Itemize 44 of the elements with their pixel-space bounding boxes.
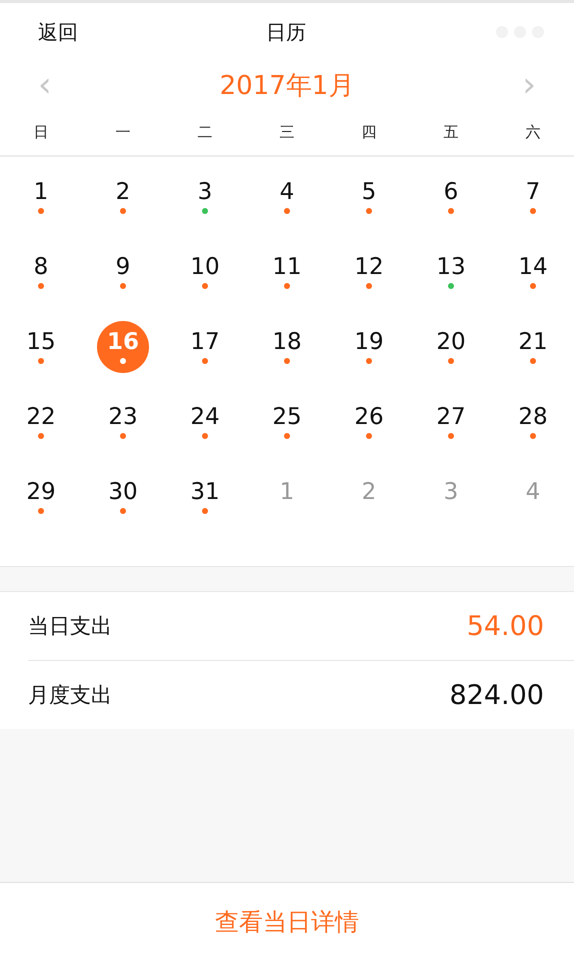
calendar-day[interactable]: 20 <box>425 321 477 373</box>
calendar-day[interactable]: 7 <box>507 171 559 223</box>
weekday-label: 六 <box>526 122 540 142</box>
calendar-day[interactable]: 30 <box>97 471 149 523</box>
weekday-label: 日 <box>34 122 48 142</box>
calendar-day[interactable]: 24 <box>179 396 231 448</box>
page-title: 日历 <box>266 18 306 46</box>
calendar-day[interactable]: 8 <box>15 246 67 298</box>
calendar-day[interactable]: 5 <box>343 171 395 223</box>
calendar-day[interactable]: 13 <box>425 246 477 298</box>
calendar-day[interactable]: 29 <box>15 471 67 523</box>
calendar-day[interactable]: 27 <box>425 396 477 448</box>
calendar-day[interactable]: 26 <box>343 396 395 448</box>
calendar-day[interactable]: 1 <box>15 171 67 223</box>
calendar-day[interactable]: 23 <box>97 396 149 448</box>
calendar-day[interactable]: 6 <box>425 171 477 223</box>
calendar-day[interactable]: 14 <box>507 246 559 298</box>
calendar-day[interactable]: 2 <box>97 171 149 223</box>
calendar-day[interactable]: 15 <box>15 321 67 373</box>
weekday-label: 一 <box>116 122 130 142</box>
calendar-day[interactable]: 11 <box>261 246 313 298</box>
calendar-day[interactable]: 25 <box>261 396 313 448</box>
back-link[interactable]: 返回 <box>38 18 78 46</box>
calendar-day[interactable]: 18 <box>261 321 313 373</box>
summary-amount: 54.00 <box>466 610 544 642</box>
calendar-day[interactable]: 17 <box>179 321 231 373</box>
weekday-label: 五 <box>444 122 458 142</box>
calendar-day[interactable]: 28 <box>507 396 559 448</box>
calendar-day[interactable]: 22 <box>15 396 67 448</box>
summary-amount: 824.00 <box>450 680 544 710</box>
weekday-label: 二 <box>198 122 212 142</box>
calendar-day[interactable]: 3 <box>179 171 231 223</box>
month-title: 2017年1月 <box>220 70 354 102</box>
calendar-day[interactable]: 31 <box>179 471 231 523</box>
weekday-label: 四 <box>362 122 376 142</box>
calendar-day[interactable]: 19 <box>343 321 395 373</box>
calendar-day[interactable]: 4 <box>261 171 313 223</box>
weekday-label: 三 <box>280 122 294 142</box>
summary-label: 月度支出 <box>28 682 112 709</box>
summary-label: 当日支出 <box>28 613 112 640</box>
calendar-day[interactable]: 10 <box>179 246 231 298</box>
calendar-day[interactable]: 9 <box>97 246 149 298</box>
calendar-day[interactable]: 21 <box>507 321 559 373</box>
calendar-day[interactable]: 12 <box>343 246 395 298</box>
